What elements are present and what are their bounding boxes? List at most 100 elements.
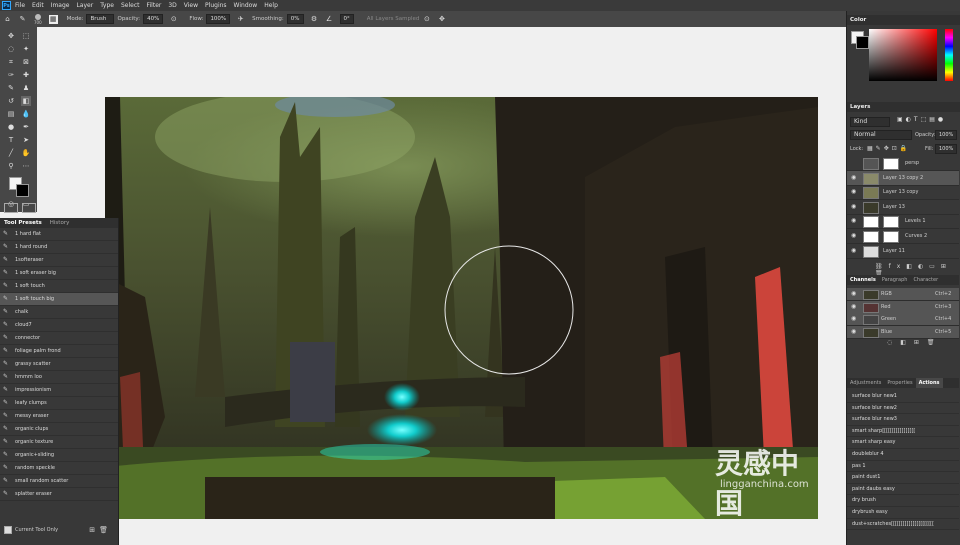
menu-filter[interactable]: Filter [147,2,162,9]
action-item[interactable]: dry brush [847,495,959,507]
menu-3d[interactable]: 3D [168,2,176,9]
action-item[interactable]: surface blur new3 [847,414,959,426]
visibility-eye-icon[interactable]: ◉ [851,232,858,239]
pen-tool-icon[interactable]: ✒ [21,122,31,132]
preset-item[interactable]: ✎ 1 soft touch [0,280,118,293]
layer-row[interactable]: ◉ Layer 13 copy [847,185,959,201]
brush-tool-icon[interactable]: ✎ [6,83,16,93]
action-item[interactable]: smart sharp easy [847,437,959,449]
tab-tool-presets[interactable]: Tool Presets [0,220,46,226]
screen-mode-standard-icon[interactable] [4,203,18,213]
symmetry-icon[interactable]: ✥ [437,15,446,24]
line-tool-icon[interactable]: ╱ [6,148,16,158]
preset-item[interactable]: ✎ connector [0,332,118,345]
color-background-swatch[interactable] [856,36,869,49]
tab-character[interactable]: Character [910,275,941,285]
home-icon[interactable]: ⌂ [3,15,12,24]
blur-tool-icon[interactable]: 💧 [21,109,31,119]
preset-item[interactable]: ✎ organic clups [0,423,118,436]
current-tool-only-checkbox[interactable] [4,526,12,534]
menu-select[interactable]: Select [121,2,140,9]
visibility-eye-icon[interactable]: ◉ [851,217,858,224]
channels-footer-icons[interactable]: ◌◧⊞🗑 [887,339,943,346]
artwork-painting[interactable]: 灵感中国 lingganchina.com [105,97,818,519]
layer-row[interactable]: ◉ Levels 1 [847,214,959,230]
gear-icon[interactable]: ⚙ [310,15,319,24]
action-item[interactable]: paint daubs easy [847,484,959,496]
preset-item[interactable]: ✎ messy eraser [0,410,118,423]
preset-item[interactable]: ✎ random speckle [0,462,118,475]
preset-item[interactable]: ✎ 1softeraser [0,254,118,267]
channel-row[interactable]: ◉ Blue Ctrl+5 [847,325,959,339]
action-item[interactable]: surface blur new2 [847,403,959,415]
eyedropper-tool-icon[interactable]: ✑ [6,70,16,80]
menu-view[interactable]: View [184,2,198,9]
preset-item[interactable]: ✎ splatter eraser [0,488,118,501]
layer-row[interactable]: ◉ Layer 13 [847,200,959,215]
preset-item[interactable]: ✎ leafy clumps [0,397,118,410]
preset-item[interactable]: ✎ 1 soft touch big [0,293,118,306]
history-brush-tool-icon[interactable]: ↺ [6,96,16,106]
visibility-eye-icon[interactable]: ◉ [851,315,858,322]
tab-properties[interactable]: Properties [884,378,915,388]
move-tool-icon[interactable]: ✥ [6,31,16,41]
menu-layer[interactable]: Layer [76,2,93,9]
menu-file[interactable]: File [15,2,25,9]
blend-mode-value[interactable]: Normal [850,130,912,140]
action-item[interactable]: surface blur new1 [847,391,959,403]
tab-adjustments[interactable]: Adjustments [847,378,884,388]
mode-select[interactable]: Brush [86,14,115,24]
channel-row[interactable]: ◉ RGB Ctrl+2 [847,288,959,301]
preset-item[interactable]: ✎ 1 hard round [0,241,118,254]
menu-window[interactable]: Window [234,2,258,9]
eraser-tool-icon[interactable]: ◧ [21,96,31,106]
tab-history[interactable]: History [46,220,74,226]
menu-type[interactable]: Type [100,2,114,9]
brush-settings-icon[interactable]: ▦ [48,14,58,24]
healing-tool-icon[interactable]: ✚ [21,70,31,80]
dodge-tool-icon[interactable]: ● [6,122,16,132]
visibility-eye-icon[interactable]: ◉ [851,188,858,195]
smoothing-field[interactable]: 0% [286,14,304,24]
channel-row[interactable]: ◉ Green Ctrl+4 [847,313,959,327]
channel-row[interactable]: ◉ Red Ctrl+3 [847,300,959,314]
preset-item[interactable]: ✎ cloud7 [0,319,118,332]
brush-preset-picker[interactable]: 700 [34,13,42,25]
airbrush-icon[interactable]: ✈ [236,15,245,24]
action-item[interactable]: doubleblur 4 [847,449,959,461]
visibility-eye-icon[interactable]: ◉ [851,303,858,310]
action-item[interactable]: smart sharp[[[[[[[[[[[[[[[[[ [847,426,959,438]
preset-item[interactable]: ✎ small random scatter [0,475,118,488]
screen-mode-full-icon[interactable] [22,203,36,213]
marquee-tool-icon[interactable]: ⬚ [21,31,31,41]
visibility-eye-icon[interactable] [851,159,858,166]
background-color-swatch[interactable] [16,184,29,197]
fill-field[interactable]: 100% [935,144,958,154]
path-selection-tool-icon[interactable]: ➤ [21,135,31,145]
more-tools-icon[interactable]: ⋯ [21,161,31,171]
menu-edit[interactable]: Edit [32,2,44,9]
layer-opacity-field[interactable]: 100% [935,130,958,140]
visibility-eye-icon[interactable]: ◉ [851,203,858,210]
pressure-opacity-icon[interactable]: ⊙ [169,15,178,24]
frame-tool-icon[interactable]: ⊠ [21,57,31,67]
menu-image[interactable]: Image [51,2,70,9]
action-item[interactable]: paint dust1 [847,472,959,484]
layer-filter-kind[interactable]: Kind [850,117,890,127]
hand-tool-icon[interactable]: ✋ [21,148,31,158]
layer-row[interactable]: ◉ Layer 13 copy 2 [847,170,959,186]
preset-item[interactable]: ✎ grassy scatter [0,358,118,371]
preset-item[interactable]: ✎ hmmm loo [0,371,118,384]
color-picker-field[interactable] [869,29,937,81]
delete-preset-icon[interactable]: 🗑 [99,526,108,534]
tab-paragraph[interactable]: Paragraph [879,275,911,285]
action-item[interactable]: drybrush easy [847,507,959,519]
layer-filter-icons[interactable]: ▣◐T⬚▤● [897,116,946,123]
preset-item[interactable]: ✎ chalk [0,306,118,319]
new-preset-icon[interactable]: ⊞ [89,526,95,534]
angle-field[interactable]: 0° [339,14,354,24]
lock-icons[interactable]: ▦✎✥⊡🔒 [867,145,910,152]
zoom-tool-icon[interactable]: ⚲ [6,161,16,171]
preset-item[interactable]: ✎ organic texture [0,436,118,449]
clone-stamp-tool-icon[interactable]: ♟ [21,83,31,93]
